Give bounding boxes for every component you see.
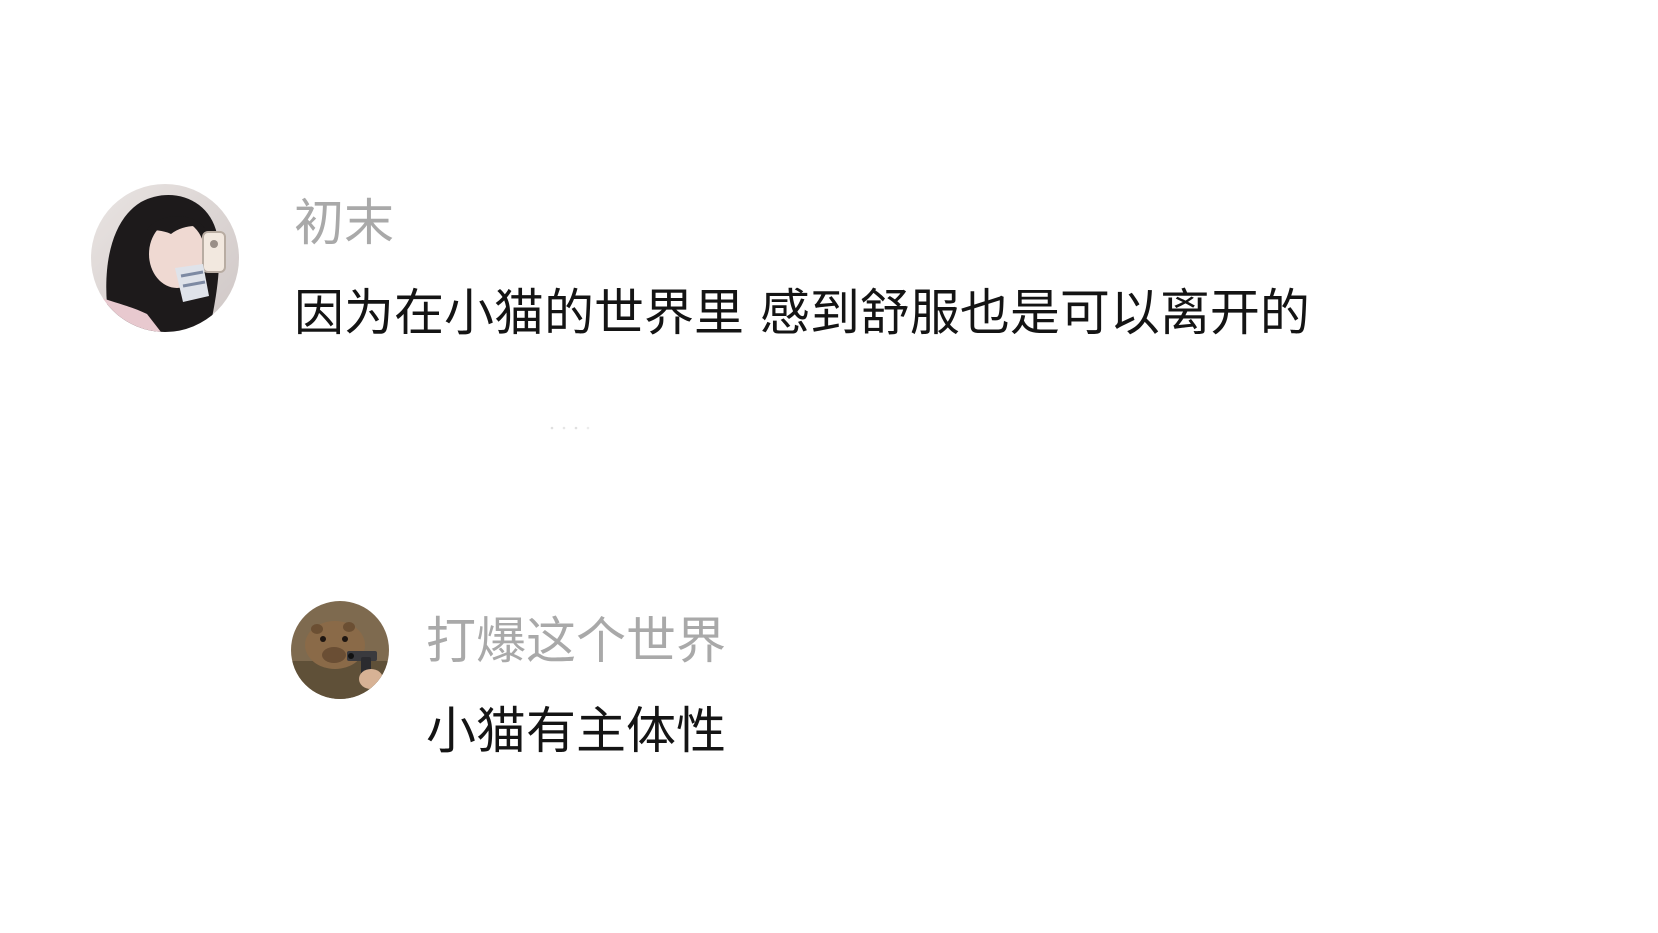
comment-username[interactable]: 初末	[294, 193, 394, 253]
user-avatar[interactable]	[91, 184, 239, 332]
reply-text: 小猫有主体性	[426, 702, 726, 760]
girl-photo-avatar-icon	[91, 184, 239, 332]
comment-text: 因为在小猫的世界里 感到舒服也是可以离开的	[294, 284, 1310, 342]
user-avatar[interactable]	[291, 601, 389, 699]
divider-dots	[550, 426, 590, 430]
comment-item: 初末 因为在小猫的世界里 感到舒服也是可以离开的	[0, 0, 1658, 400]
reply-item: 打爆这个世界 小猫有主体性	[0, 560, 1658, 800]
reply-username[interactable]: 打爆这个世界	[426, 611, 726, 671]
capybara-with-gun-avatar-icon	[291, 601, 389, 699]
